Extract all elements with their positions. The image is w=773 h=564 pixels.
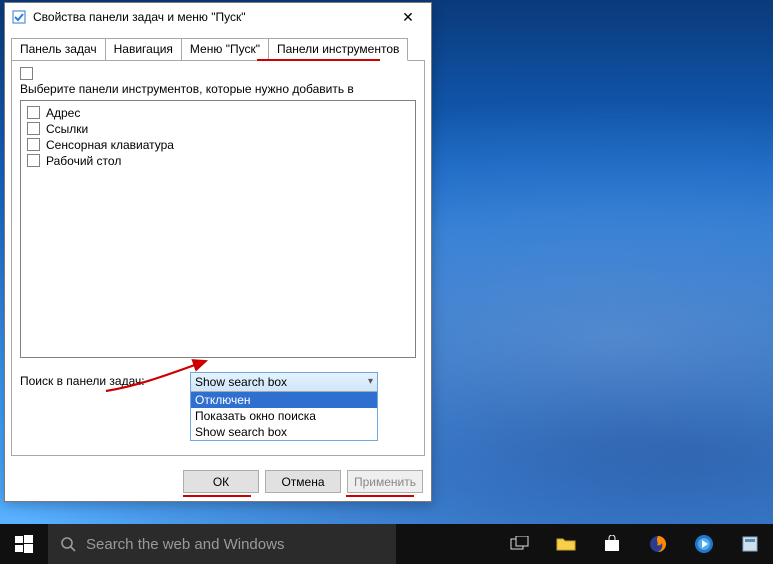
combobox-option[interactable]: Отключен (191, 392, 377, 408)
combobox-selected[interactable]: Show search box ▾ (191, 373, 377, 391)
titlebar[interactable]: Свойства панели задач и меню "Пуск" ✕ (5, 3, 431, 31)
cancel-button[interactable]: Отмена (265, 470, 341, 493)
checkbox-icon[interactable] (20, 67, 33, 80)
task-view-button[interactable] (497, 524, 543, 564)
chevron-down-icon: ▾ (368, 376, 373, 387)
firefox-button[interactable] (635, 524, 681, 564)
tab-taskbar[interactable]: Панель задач (11, 38, 106, 61)
list-item[interactable]: Ссылки (27, 121, 409, 137)
checkbox-icon[interactable] (27, 138, 40, 151)
list-item-label: Сенсорная клавиатура (46, 138, 174, 152)
checkbox-icon[interactable] (27, 154, 40, 167)
taskbar-properties-dialog: Свойства панели задач и меню "Пуск" ✕ Па… (4, 2, 432, 502)
toolbars-listbox[interactable]: Адрес Ссылки Сенсорная клавиатура Рабочи… (20, 100, 416, 358)
store-button[interactable] (589, 524, 635, 564)
app-icon (11, 9, 27, 25)
apply-button[interactable]: Применить (347, 470, 423, 493)
search-on-taskbar-row: Поиск в панели задач: Show search box ▾ … (20, 372, 416, 441)
close-button[interactable]: ✕ (385, 3, 431, 31)
list-item-label: Рабочий стол (46, 154, 121, 168)
ok-button[interactable]: ОК (183, 470, 259, 493)
search-icon (60, 536, 76, 552)
start-button[interactable] (0, 524, 48, 564)
tabstrip: Панель задач Навигация Меню "Пуск" Панел… (11, 37, 425, 60)
search-placeholder: Search the web and Windows (86, 536, 284, 553)
checkbox-icon[interactable] (27, 106, 40, 119)
master-checkbox-row[interactable] (20, 67, 416, 80)
tab-panel-toolbars: Выберите панели инструментов, которые ну… (11, 60, 425, 456)
media-player-button[interactable] (681, 524, 727, 564)
search-on-taskbar-label: Поиск в панели задач: (20, 372, 180, 388)
panel-instruction: Выберите панели инструментов, которые ну… (20, 82, 416, 98)
annotation-underline (183, 495, 251, 497)
window-title: Свойства панели задач и меню "Пуск" (33, 10, 385, 24)
combobox-option[interactable]: Показать окно поиска (191, 408, 377, 424)
close-icon: ✕ (402, 9, 414, 26)
windows-icon (15, 535, 33, 553)
pinned-app-button[interactable] (727, 524, 773, 564)
taskbar[interactable]: Search the web and Windows (0, 524, 773, 564)
list-item[interactable]: Сенсорная клавиатура (27, 137, 409, 153)
tab-start-menu[interactable]: Меню "Пуск" (181, 38, 269, 61)
list-item-label: Адрес (46, 106, 80, 120)
list-item-label: Ссылки (46, 122, 88, 136)
tab-toolbars[interactable]: Панели инструментов (268, 38, 408, 61)
annotation-underline (257, 59, 380, 61)
combobox-dropdown: Отключен Показать окно поиска Show searc… (191, 391, 377, 440)
combobox-value: Show search box (195, 375, 287, 389)
combobox-option[interactable]: Show search box (191, 424, 377, 440)
file-explorer-button[interactable] (543, 524, 589, 564)
dialog-buttons: ОК Отмена Применить (5, 462, 431, 501)
checkbox-icon[interactable] (27, 122, 40, 135)
taskbar-spacer (396, 524, 497, 564)
tab-navigation[interactable]: Навигация (105, 38, 182, 61)
list-item[interactable]: Рабочий стол (27, 153, 409, 169)
list-item[interactable]: Адрес (27, 105, 409, 121)
search-mode-combobox[interactable]: Show search box ▾ Отключен Показать окно… (190, 372, 378, 441)
annotation-underline (346, 495, 414, 497)
taskbar-search-box[interactable]: Search the web and Windows (48, 524, 396, 564)
